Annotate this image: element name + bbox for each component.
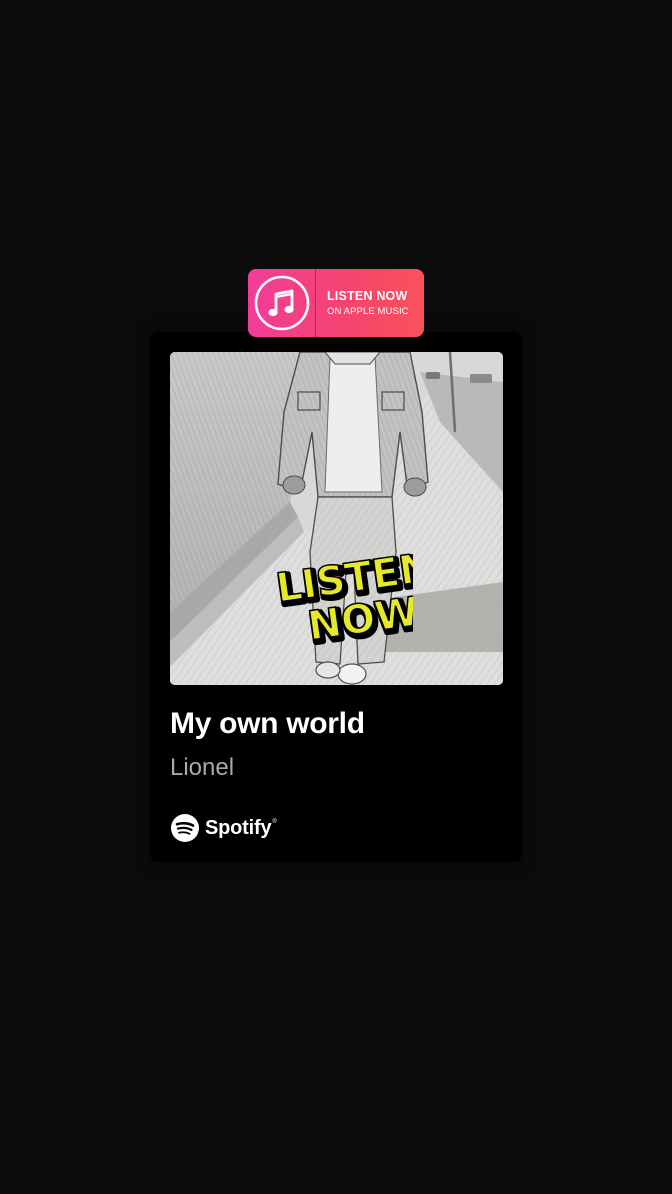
spotify-logo-link[interactable]: Spotify ®	[170, 813, 277, 843]
music-note-icon	[254, 275, 309, 331]
song-title[interactable]: My own world	[170, 707, 365, 741]
song-card[interactable]: LISTEN LISTEN NOW NOW My own world Lione…	[150, 332, 522, 862]
listen-on-apple-music-button[interactable]: LISTEN NOW ON APPLE MUSIC	[248, 269, 424, 337]
album-cover[interactable]: LISTEN LISTEN NOW NOW	[170, 352, 503, 685]
spotify-wordmark: Spotify	[205, 816, 272, 839]
artist-name[interactable]: Lionel	[170, 754, 234, 782]
spotify-icon	[171, 814, 199, 842]
apple-music-icon-wrap	[248, 269, 316, 337]
badge-subtitle: ON APPLE MUSIC	[327, 305, 409, 317]
registered-mark: ®	[272, 819, 277, 825]
screen: LISTEN NOW ON APPLE MUSIC LISTEN LISTEN …	[0, 0, 672, 1194]
badge-title: LISTEN NOW	[327, 289, 408, 303]
badge-text: LISTEN NOW ON APPLE MUSIC	[316, 290, 424, 316]
listen-now-sticker: LISTEN LISTEN NOW NOW	[273, 552, 413, 652]
